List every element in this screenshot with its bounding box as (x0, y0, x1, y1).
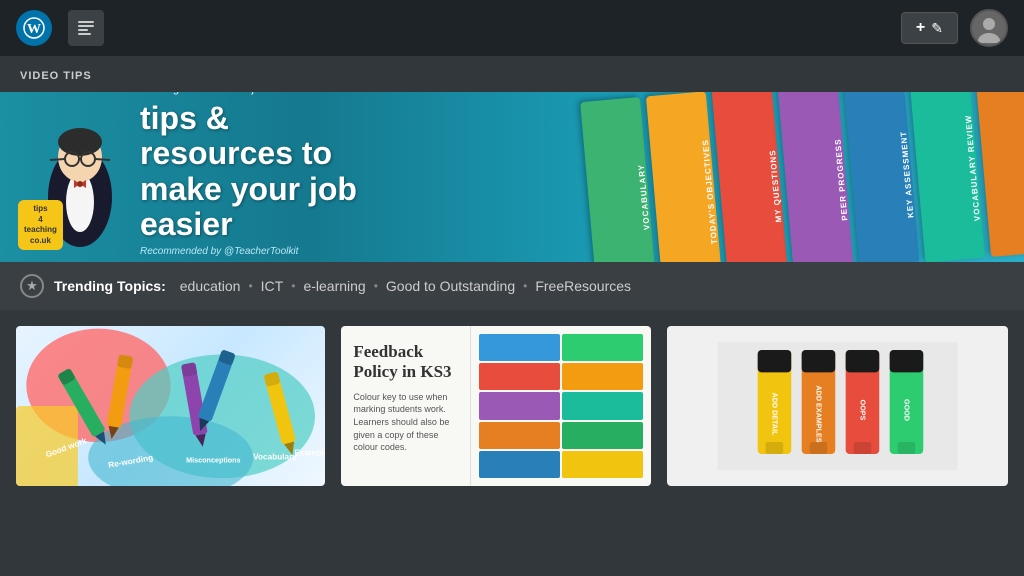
book-card: MY QUESTIONS (712, 92, 788, 262)
section-label: VIDEO TIPS (0, 56, 1024, 92)
separator-1: • (248, 279, 252, 293)
plus-icon: + (916, 19, 925, 37)
svg-text:ADD EXAMPLES: ADD EXAMPLES (814, 385, 823, 442)
banner-text: Resources designed to improve teaching a… (0, 92, 420, 262)
admin-bar-right: + ✎ (901, 9, 1008, 47)
logo-badge: tips4teachingco.uk (18, 200, 63, 250)
banner: tips4teachingco.uk Resources designed to… (0, 92, 1024, 262)
post-list-icon[interactable] (68, 10, 104, 46)
main-content: VIDEO TIPS (0, 56, 1024, 486)
trending-label: Trending Topics: (54, 278, 166, 294)
card-2-subtitle: Colour key to use when marking students … (353, 391, 458, 454)
banner-tagline: Resources designed to improve teaching a… (140, 92, 390, 95)
topic-ict[interactable]: ICT (261, 278, 284, 294)
topic-education[interactable]: education (180, 278, 241, 294)
separator-4: • (523, 279, 527, 293)
trending-topics: education • ICT • e-learning • Good to O… (180, 278, 631, 294)
svg-text:Vocabulary: Vocabulary (253, 453, 297, 462)
wordpress-logo[interactable]: W (16, 10, 52, 46)
banner-books: VOCABULARY TODAY'S OBJECTIVES MY QUESTIO… (580, 92, 1024, 262)
banner-recommended: Recommended by @TeacherToolkit (140, 246, 390, 257)
video-grid: Good work Re-wording Misconceptions Voca… (0, 310, 1024, 486)
svg-text:GOOD: GOOD (902, 399, 911, 421)
svg-text:Misconceptions: Misconceptions (186, 456, 240, 465)
svg-text:ADD DETAIL: ADD DETAIL (770, 393, 779, 437)
separator-2: • (291, 279, 295, 293)
trending-bar: ★ Trending Topics: education • ICT • e-l… (0, 262, 1024, 310)
book-card: VOCABULARY (580, 97, 656, 262)
admin-bar-left: W (16, 10, 104, 46)
banner-title: tips & resources to make your job easier (140, 101, 390, 242)
video-card-3[interactable]: ADD DETAIL ADD EXAMPLES OOPS (667, 326, 1008, 486)
separator-3: • (374, 279, 378, 293)
topic-good-to-outstanding[interactable]: Good to Outstanding (386, 278, 515, 294)
video-card-1[interactable]: Good work Re-wording Misconceptions Voca… (16, 326, 325, 486)
admin-bar: W + ✎ (0, 0, 1024, 56)
star-icon: ★ (20, 274, 44, 298)
new-button-label: ✎ (931, 20, 943, 37)
card-2-title: Feedback Policy in KS3 (353, 342, 458, 383)
book-card: TODAY'S OBJECTIVES (646, 92, 722, 262)
topic-free-resources[interactable]: FreeResources (535, 278, 631, 294)
video-card-2[interactable]: Feedback Policy in KS3 Colour key to use… (341, 326, 650, 486)
svg-text:W: W (27, 22, 41, 37)
book-card: KEY ASSESSMENT (843, 92, 919, 262)
new-post-button[interactable]: + ✎ (901, 12, 958, 44)
book-card: PEER PROGRESS (777, 92, 853, 262)
user-avatar[interactable] (970, 9, 1008, 47)
topic-elearning[interactable]: e-learning (303, 278, 365, 294)
svg-text:Examples: Examples (294, 448, 325, 457)
book-card: VOCABULARY REVIEW (909, 92, 985, 262)
svg-text:OOPS: OOPS (858, 400, 867, 421)
